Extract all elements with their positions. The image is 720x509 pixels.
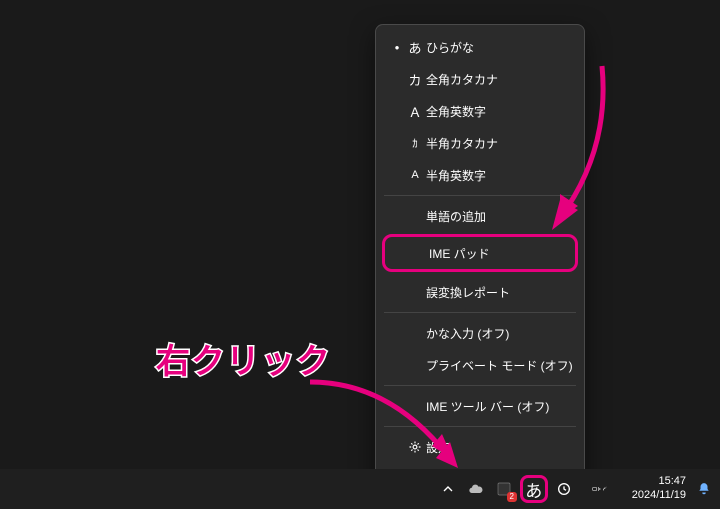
menu-item-label: プライベート モード (オフ) [426, 357, 574, 374]
menu-item-label: 全角英数字 [426, 103, 574, 120]
menu-item-add-word[interactable]: 単語の追加 [376, 200, 584, 232]
menu-item-label: 半角カタカナ [426, 135, 574, 152]
menu-item-halfwidth-katakana[interactable]: ｶ 半角カタカナ [376, 127, 584, 159]
menu-item-label: IME パッド [429, 245, 565, 262]
menu-item-fullwidth-katakana[interactable]: カ 全角カタカナ [376, 63, 584, 95]
taskbar-clock[interactable]: 15:47 2024/11/19 [632, 475, 686, 503]
menu-item-label: ひらがな [426, 39, 574, 56]
menu-item-label: 全角カタカナ [426, 71, 574, 88]
annotation-right-click: 右クリック [156, 334, 331, 383]
mode-icon: A [404, 169, 426, 181]
menu-item-misconversion-report[interactable]: 誤変換レポート [376, 276, 584, 308]
menu-item-label: 半角英数字 [426, 167, 574, 184]
menu-separator [384, 385, 576, 386]
clock-tray-icon[interactable] [552, 477, 576, 501]
menu-item-label: 設定 [426, 439, 574, 456]
mode-icon: あ [404, 38, 426, 57]
mode-icon: ｶ [404, 135, 426, 151]
ime-context-menu: ● あ ひらがな カ 全角カタカナ Ａ 全角英数字 ｶ 半角カタカナ A 半角英… [375, 24, 585, 502]
active-bullet-icon: ● [390, 43, 404, 52]
taskbar: 2 あ 15:47 2024/11/19 [0, 469, 720, 509]
clock-time: 15:47 [658, 475, 686, 489]
menu-item-label: 誤変換レポート [426, 284, 574, 301]
system-tray: 2 あ 15:47 2024/11/19 [436, 475, 714, 503]
tray-overflow-chevron-icon[interactable] [436, 477, 460, 501]
notification-bell-icon[interactable] [694, 479, 714, 499]
menu-item-fullwidth-alphanum[interactable]: Ａ 全角英数字 [376, 95, 584, 127]
menu-item-label: かな入力 (オフ) [426, 325, 574, 342]
menu-item-ime-toolbar[interactable]: IME ツール バー (オフ) [376, 390, 584, 422]
menu-item-hiragana[interactable]: ● あ ひらがな [376, 31, 584, 63]
onedrive-icon[interactable] [464, 477, 488, 501]
mode-icon: カ [404, 70, 426, 89]
menu-separator [384, 312, 576, 313]
tray-app-icon[interactable]: 2 [492, 477, 516, 501]
menu-item-ime-pad[interactable]: IME パッド [382, 234, 578, 272]
menu-separator [384, 426, 576, 427]
menu-item-label: 単語の追加 [426, 208, 574, 225]
gear-icon [404, 440, 426, 454]
menu-separator [384, 195, 576, 196]
ime-indicator[interactable]: あ [520, 475, 548, 503]
network-sound-battery-icon[interactable] [580, 477, 620, 501]
menu-item-label: IME ツール バー (オフ) [426, 398, 574, 415]
menu-item-private-mode[interactable]: プライベート モード (オフ) [376, 349, 584, 381]
menu-item-halfwidth-alphanum[interactable]: A 半角英数字 [376, 159, 584, 191]
menu-item-kana-input[interactable]: かな入力 (オフ) [376, 317, 584, 349]
menu-item-settings[interactable]: 設定 [376, 431, 584, 463]
clock-date: 2024/11/19 [632, 489, 686, 503]
tray-badge: 2 [507, 492, 517, 502]
mode-icon: Ａ [404, 102, 426, 121]
